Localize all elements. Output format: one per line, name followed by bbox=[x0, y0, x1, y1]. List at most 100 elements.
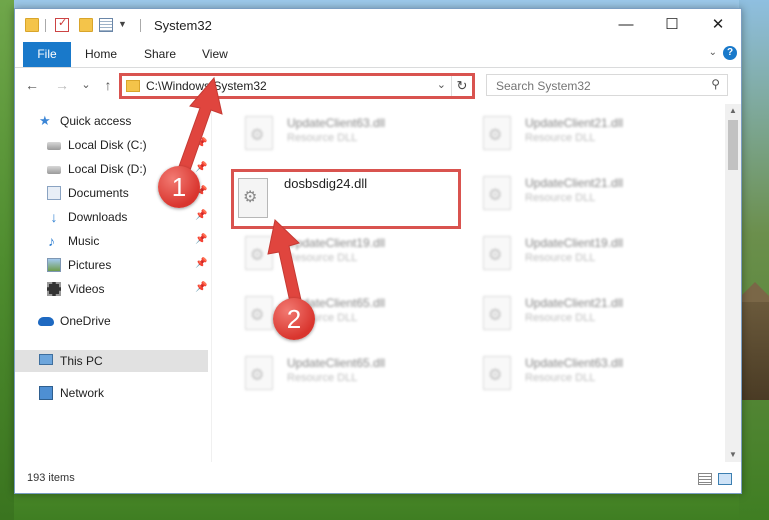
sidebar-item-quick-access[interactable]: ★ Quick access bbox=[15, 110, 211, 132]
file-item[interactable]: UpdateClient65.dll Resource DLL bbox=[233, 288, 463, 342]
ribbon-tabs: File Home Share View ⌄ ? bbox=[15, 41, 741, 68]
dll-file-icon bbox=[483, 176, 511, 210]
tab-home[interactable]: Home bbox=[81, 42, 121, 67]
recent-locations-button[interactable]: ⌄ bbox=[77, 76, 95, 94]
file-name: UpdateClient65.dll bbox=[287, 356, 386, 370]
file-name: UpdateClient19.dll bbox=[287, 236, 386, 250]
expand-ribbon-icon[interactable]: ⌄ bbox=[709, 47, 717, 58]
file-name: UpdateClient21.dll bbox=[525, 296, 624, 310]
dll-file-icon bbox=[245, 116, 273, 150]
sidebar-item-this-pc[interactable]: This PC bbox=[15, 350, 208, 372]
minimize-button[interactable]: — bbox=[603, 9, 649, 41]
window-title: System32 bbox=[154, 18, 212, 33]
large-icons-view-icon[interactable] bbox=[718, 473, 732, 485]
sidebar-item-onedrive[interactable]: OneDrive bbox=[15, 310, 211, 332]
navigation-pane: ★ Quick access Local Disk (C:) 📌 Local D… bbox=[15, 104, 211, 462]
chevron-down-icon[interactable]: ▼ bbox=[118, 19, 127, 29]
dll-file-icon bbox=[483, 356, 511, 390]
sidebar-item-label: Music bbox=[68, 234, 100, 248]
divider bbox=[45, 19, 46, 32]
scrollbar-thumb[interactable] bbox=[728, 120, 738, 170]
file-item-highlighted[interactable]: dosbsdig24.dll bbox=[231, 169, 461, 229]
back-button[interactable]: ← bbox=[23, 76, 41, 94]
close-button[interactable]: ✕ bbox=[695, 9, 741, 41]
dll-file-icon bbox=[483, 116, 511, 150]
maximize-button[interactable]: ☐ bbox=[649, 9, 695, 41]
pane-divider[interactable] bbox=[211, 104, 212, 462]
file-name: UpdateClient21.dll bbox=[525, 116, 624, 130]
tab-view[interactable]: View bbox=[198, 42, 232, 67]
sidebar-item-label: Quick access bbox=[60, 114, 132, 128]
sidebar-item-local-disk-c[interactable]: Local Disk (C:) 📌 bbox=[15, 134, 211, 156]
sidebar-item-pictures[interactable]: Pictures 📌 bbox=[15, 254, 211, 276]
file-item[interactable]: UpdateClient21.dll Resource DLL bbox=[471, 108, 701, 162]
dll-file-icon bbox=[245, 236, 273, 270]
background-hut bbox=[735, 282, 769, 400]
drive-icon bbox=[47, 166, 61, 174]
sidebar-item-label: Local Disk (C:) bbox=[68, 138, 147, 152]
divider bbox=[140, 19, 141, 32]
desktop-background-right bbox=[739, 0, 769, 520]
customize-toolbar-icon[interactable] bbox=[99, 18, 113, 32]
search-icon[interactable]: ⚲ bbox=[711, 77, 720, 91]
file-type: Resource DLL bbox=[525, 312, 596, 324]
file-item[interactable]: UpdateClient65.dll Resource DLL bbox=[233, 348, 463, 402]
file-type: Resource DLL bbox=[525, 132, 596, 144]
file-item[interactable]: UpdateClient19.dll Resource DLL bbox=[471, 228, 701, 282]
help-icon[interactable]: ? bbox=[723, 46, 737, 60]
item-count: 193 items bbox=[27, 472, 75, 484]
refresh-button[interactable]: ↻ bbox=[451, 76, 472, 96]
folder-icon bbox=[25, 18, 39, 32]
file-list: UpdateClient63.dll Resource DLL UpdateCl… bbox=[223, 104, 723, 462]
dll-file-icon bbox=[245, 296, 273, 330]
status-bar: 193 items bbox=[15, 465, 741, 493]
vertical-scrollbar[interactable]: ▲ ▼ bbox=[725, 104, 741, 462]
search-box[interactable]: ⚲ bbox=[486, 74, 728, 97]
file-type: Resource DLL bbox=[287, 372, 358, 384]
sidebar-item-videos[interactable]: Videos 📌 bbox=[15, 278, 211, 300]
star-icon: ★ bbox=[39, 113, 51, 128]
file-item[interactable]: UpdateClient21.dll Resource DLL bbox=[471, 288, 701, 342]
desktop-background-left bbox=[0, 0, 14, 520]
forward-button[interactable]: → bbox=[53, 76, 71, 94]
pin-icon: 📌 bbox=[195, 282, 208, 293]
tab-file[interactable]: File bbox=[23, 42, 71, 67]
file-type: Resource DLL bbox=[287, 252, 358, 264]
pin-icon: 📌 bbox=[195, 138, 208, 149]
step-1-badge: 1 bbox=[158, 166, 200, 208]
sidebar-item-downloads[interactable]: ↓ Downloads 📌 bbox=[15, 206, 211, 228]
file-name: UpdateClient63.dll bbox=[525, 356, 624, 370]
address-path[interactable]: C:\Windows\System32 bbox=[146, 79, 267, 93]
scroll-down-icon[interactable]: ▼ bbox=[725, 448, 741, 462]
documents-icon bbox=[47, 186, 61, 200]
search-input[interactable] bbox=[487, 75, 708, 97]
sidebar-item-label: Downloads bbox=[68, 210, 128, 224]
properties-icon[interactable] bbox=[55, 16, 69, 32]
file-item[interactable]: UpdateClient63.dll Resource DLL bbox=[233, 108, 463, 162]
address-bar[interactable]: C:\Windows\System32 ⌄ ↻ bbox=[119, 73, 475, 99]
file-item[interactable]: UpdateClient21.dll Resource DLL bbox=[471, 168, 701, 222]
sidebar-item-network[interactable]: Network bbox=[15, 382, 211, 404]
pin-icon: 📌 bbox=[195, 258, 208, 269]
dll-file-icon bbox=[245, 356, 273, 390]
drive-icon bbox=[47, 142, 61, 150]
sidebar-item-label: Pictures bbox=[68, 258, 112, 272]
file-name: UpdateClient19.dll bbox=[525, 236, 624, 250]
file-name: UpdateClient63.dll bbox=[287, 116, 386, 130]
tab-share[interactable]: Share bbox=[140, 42, 180, 67]
file-type: Resource DLL bbox=[525, 252, 596, 264]
sidebar-item-label: Documents bbox=[68, 186, 129, 200]
music-icon: ♪ bbox=[48, 233, 55, 249]
details-view-icon[interactable] bbox=[698, 473, 712, 485]
dll-file-icon bbox=[238, 178, 268, 218]
file-item[interactable]: UpdateClient63.dll Resource DLL bbox=[471, 348, 701, 402]
navigation-bar: ← → ⌄ ↑ C:\Windows\System32 ⌄ ↻ ⚲ bbox=[15, 68, 741, 102]
up-button[interactable]: ↑ bbox=[99, 76, 117, 94]
pin-icon: 📌 bbox=[195, 234, 208, 245]
new-folder-icon[interactable] bbox=[79, 18, 93, 32]
sidebar-item-music[interactable]: ♪ Music 📌 bbox=[15, 230, 211, 252]
chevron-down-icon[interactable]: ⌄ bbox=[437, 78, 446, 91]
scroll-up-icon[interactable]: ▲ bbox=[725, 104, 741, 118]
sidebar-item-label: Local Disk (D:) bbox=[68, 162, 147, 176]
file-item[interactable]: UpdateClient19.dll Resource DLL bbox=[233, 228, 463, 282]
